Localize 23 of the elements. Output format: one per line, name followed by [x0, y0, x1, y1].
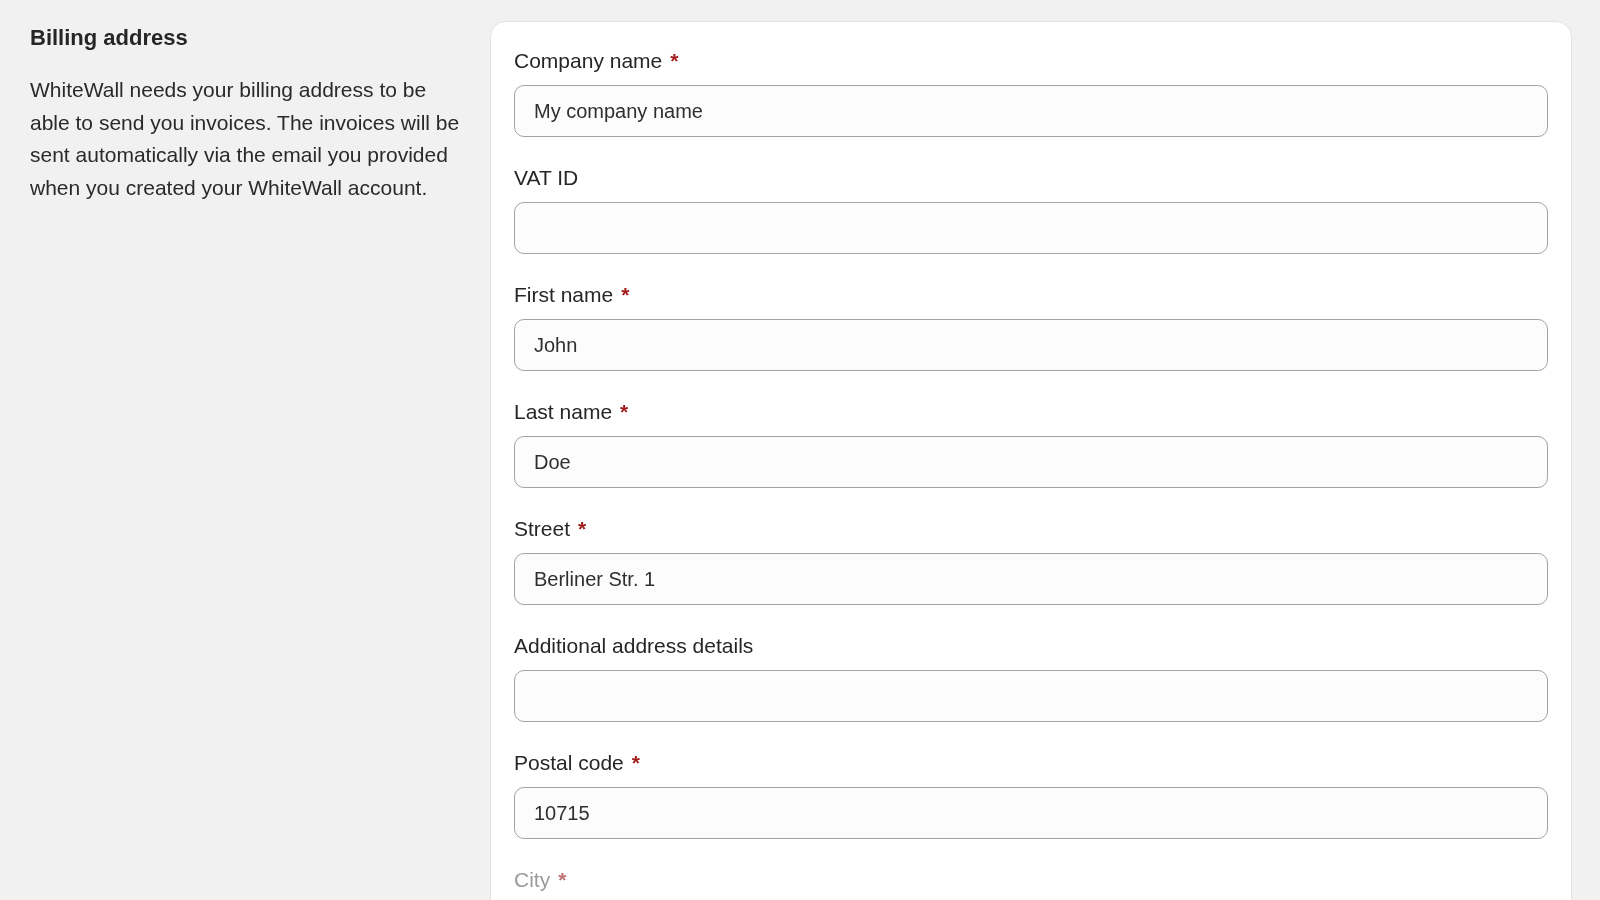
field-label: Street [514, 517, 571, 541]
required-asterisk-icon: * [578, 517, 587, 541]
required-asterisk-icon: * [631, 751, 640, 775]
field-label: Company name [514, 49, 663, 73]
input-field[interactable]: 10715 [514, 787, 1548, 839]
field-label: Additional address details [514, 634, 754, 658]
input-field[interactable]: John [514, 319, 1548, 371]
field-label: City [514, 868, 551, 892]
input-field[interactable] [514, 670, 1548, 722]
input-field[interactable]: Doe [514, 436, 1548, 488]
field-label: VAT ID [514, 166, 579, 190]
required-asterisk-icon: * [621, 283, 630, 307]
required-asterisk-icon: * [670, 49, 679, 73]
required-asterisk-icon: * [558, 868, 567, 892]
input-field[interactable] [514, 202, 1548, 254]
field-label: Postal code [514, 751, 624, 775]
field-label: First name [514, 283, 614, 307]
field-label: Last name [514, 400, 613, 424]
required-asterisk-icon: * [620, 400, 629, 424]
input-field[interactable]: My company name [514, 85, 1548, 137]
section-description: WhiteWall needs your billing address to be able to send you invoices. The invoices will be sent automatically via the email you provided when you created your WhiteWall account. [30, 77, 460, 201]
input-field[interactable]: Berliner Str. 1 [514, 553, 1548, 605]
section-title: Billing address [30, 24, 189, 52]
